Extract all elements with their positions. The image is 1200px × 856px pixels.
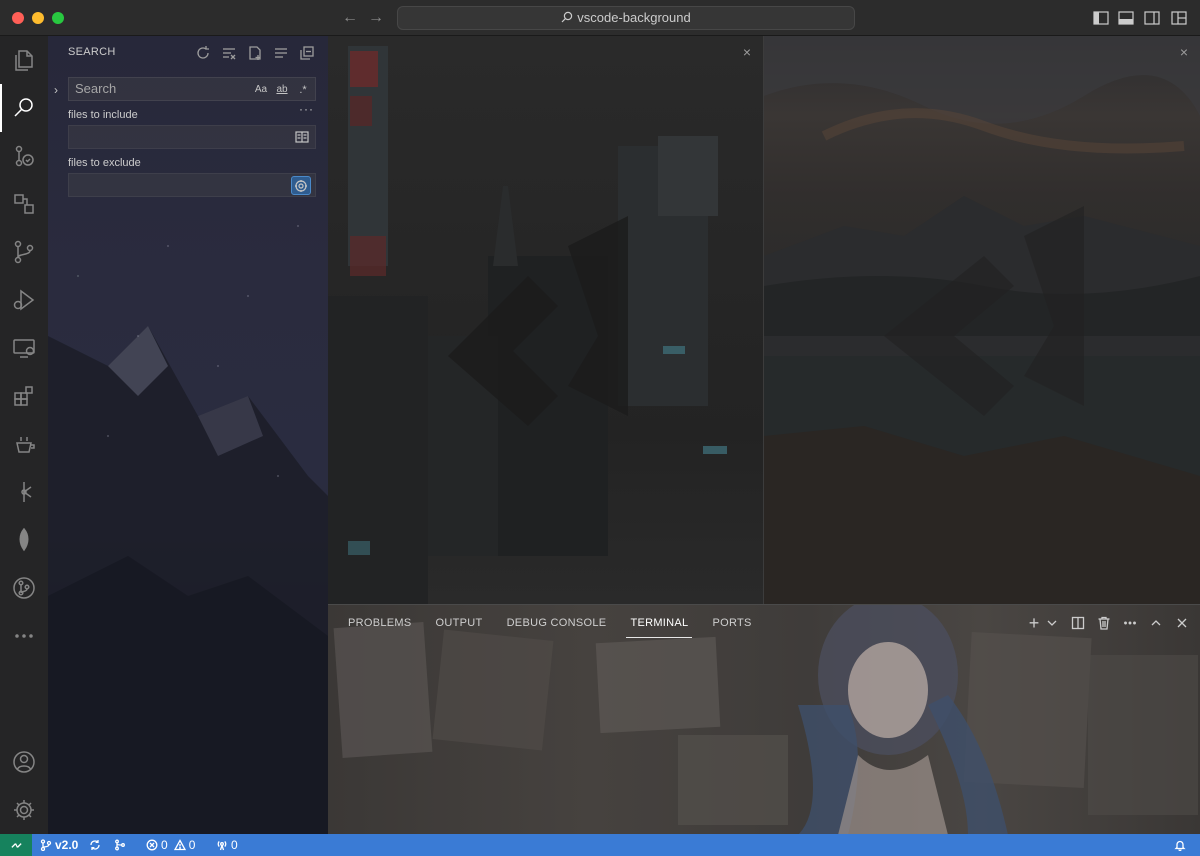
- chevron-down-icon[interactable]: [1044, 615, 1060, 631]
- pull-requests-icon[interactable]: [0, 564, 48, 612]
- back-arrow-icon[interactable]: ←: [340, 8, 360, 28]
- lake-background-art: [764, 36, 1200, 604]
- branch-name: v2.0: [55, 838, 79, 852]
- include-label: files to include: [68, 109, 138, 121]
- refresh-icon[interactable]: [194, 44, 212, 62]
- warning-count: 0: [188, 838, 196, 852]
- tab-debug-console[interactable]: DEBUG CONSOLE: [507, 617, 619, 633]
- git-graph-icon: [115, 839, 125, 851]
- panel-tabs: PROBLEMS OUTPUT DEBUG CONSOLE TERMINAL P…: [348, 617, 776, 638]
- broadcast-icon: [217, 840, 227, 851]
- toggle-search-details-icon[interactable]: ···: [299, 102, 315, 116]
- split-terminal-icon[interactable]: [1070, 615, 1086, 631]
- use-regex-toggle[interactable]: .*: [295, 82, 311, 98]
- more-actions-icon[interactable]: [1122, 615, 1138, 631]
- files-to-include-input[interactable]: [75, 130, 285, 144]
- close-icon[interactable]: ×: [1176, 44, 1192, 60]
- tab-problems[interactable]: PROBLEMS: [348, 617, 424, 633]
- search-icon: [561, 8, 573, 30]
- source-control-icon[interactable]: [0, 228, 48, 276]
- ports-count: 0: [231, 838, 238, 852]
- bottom-panel: PROBLEMS OUTPUT DEBUG CONSOLE TERMINAL P…: [328, 604, 1200, 834]
- tab-terminal[interactable]: TERMINAL: [626, 617, 700, 638]
- toggle-panel-icon[interactable]: [1117, 9, 1135, 27]
- manage-gear-icon[interactable]: [0, 786, 48, 834]
- extensions-icon[interactable]: [0, 372, 48, 420]
- match-whole-word-toggle[interactable]: ab: [273, 82, 291, 98]
- search-sidebar: SEARCH › Aa ab .* ··· files to include f…: [48, 36, 328, 834]
- title-bar: ← → vscode-background: [0, 0, 1200, 36]
- remote-indicator-icon[interactable]: [0, 834, 32, 856]
- mongodb-leaf-icon[interactable]: [0, 516, 48, 564]
- activity-bar: [0, 36, 48, 834]
- forward-arrow-icon[interactable]: →: [366, 8, 386, 28]
- view-as-tree-icon[interactable]: [272, 44, 290, 62]
- source-control-graph-icon[interactable]: [0, 132, 48, 180]
- sync-button[interactable]: [89, 834, 101, 856]
- use-exclude-settings-icon[interactable]: [291, 176, 311, 195]
- files-to-exclude-input[interactable]: [75, 178, 285, 192]
- error-count: 0: [161, 838, 168, 852]
- close-icon[interactable]: ×: [739, 44, 755, 60]
- search-icon[interactable]: [0, 84, 48, 132]
- maximize-panel-icon[interactable]: [1148, 615, 1164, 631]
- more-icon[interactable]: [0, 612, 48, 660]
- anime-background-art: [333, 605, 1198, 834]
- close-panel-icon[interactable]: [1174, 615, 1190, 631]
- minimize-window-button[interactable]: [32, 12, 44, 24]
- accounts-icon[interactable]: [0, 738, 48, 786]
- toggle-secondary-sidebar-icon[interactable]: [1143, 9, 1161, 27]
- gitlens-icon[interactable]: [0, 468, 48, 516]
- clear-results-icon[interactable]: [220, 44, 238, 62]
- branch-status[interactable]: v2.0: [40, 834, 78, 856]
- maximize-window-button[interactable]: [52, 12, 64, 24]
- match-case-toggle[interactable]: Aa: [253, 82, 269, 98]
- status-bar: v2.0 0 0 0: [0, 834, 1200, 856]
- exclude-label: files to exclude: [68, 157, 141, 169]
- run-and-debug-icon[interactable]: [0, 276, 48, 324]
- notifications-bell-icon[interactable]: [1174, 834, 1186, 856]
- trash-icon[interactable]: [1096, 615, 1112, 631]
- window-title: vscode-background: [577, 10, 691, 25]
- new-search-editor-icon[interactable]: [246, 44, 264, 62]
- error-icon: [146, 839, 158, 851]
- search-input[interactable]: [75, 81, 245, 96]
- command-center[interactable]: vscode-background: [397, 6, 855, 30]
- git-branch-icon: [40, 839, 52, 851]
- git-graph-button[interactable]: [114, 834, 126, 856]
- warning-icon: [173, 839, 186, 851]
- search-only-open-editors-icon[interactable]: [293, 129, 311, 145]
- explorer-icon[interactable]: [0, 36, 48, 84]
- tab-output[interactable]: OUTPUT: [436, 617, 495, 633]
- sync-icon: [90, 840, 100, 850]
- remote-explorer-icon[interactable]: [0, 324, 48, 372]
- sidebar-title: SEARCH: [68, 46, 116, 58]
- editor-group-right[interactable]: ×: [764, 36, 1200, 604]
- toggle-replace-chevron-icon[interactable]: ›: [54, 83, 66, 97]
- mountain-background-art: [48, 326, 328, 834]
- toggle-primary-sidebar-icon[interactable]: [1092, 9, 1110, 27]
- tab-ports[interactable]: PORTS: [712, 617, 763, 633]
- search-field[interactable]: Aa ab .*: [68, 77, 316, 101]
- files-to-include-field[interactable]: [68, 125, 316, 149]
- collapse-all-icon[interactable]: [298, 44, 316, 62]
- testing-icon[interactable]: [0, 420, 48, 468]
- close-window-button[interactable]: [12, 12, 24, 24]
- files-to-exclude-field[interactable]: [68, 173, 316, 197]
- city-background-art: [328, 46, 727, 604]
- editor-group-left[interactable]: ×: [328, 36, 763, 604]
- ports-status[interactable]: 0: [216, 834, 238, 856]
- problems-status[interactable]: 0 0: [146, 834, 195, 856]
- new-terminal-button[interactable]: +: [1026, 613, 1042, 633]
- customize-layout-icon[interactable]: [1170, 9, 1188, 27]
- remote-extensions-icon[interactable]: [0, 180, 48, 228]
